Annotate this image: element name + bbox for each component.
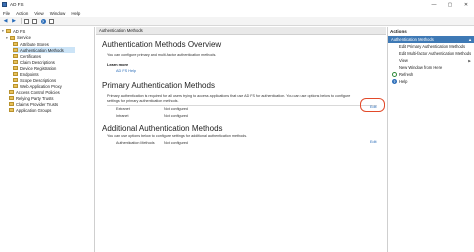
extranet-value: Not configured [164,106,188,111]
folder-icon [13,54,18,58]
tree-item-label: Attribute Stores [20,41,49,47]
window-title: AD FS [10,2,24,7]
intranet-label: Intranet [116,114,129,118]
actions-section-label: Authentication Methods [391,37,434,42]
actions-section-authentication-methods[interactable]: Authentication Methods ▲ [388,36,474,43]
tree-item-label: Web Application Proxy [20,83,62,89]
menu-file[interactable]: File [0,11,13,16]
authentication-methods-label: Authentication Methods [116,141,155,145]
console-tree-icon [32,18,37,24]
show-hide-tree-button[interactable] [31,18,38,25]
tree-item-label: Scope Descriptions [20,77,57,83]
action-label: New Window from Here [399,65,443,70]
tree-item-label: Service [17,35,31,40]
folder-icon [13,42,18,46]
tree-item-service[interactable]: ▾ Service [6,35,31,41]
tree-item-label: AD FS [13,28,26,34]
primary-methods-description-line2: settings for primary authentication meth… [107,99,179,103]
folder-icon [23,18,29,24]
action-new-window-from-here[interactable]: New Window from Here [388,64,474,71]
expand-icon: ▾ [6,35,8,40]
back-arrow-icon[interactable]: ◀ [2,18,9,25]
tree-item-label: Access Control Policies [16,89,60,95]
action-edit-multifactor-authentication-methods[interactable]: Edit Multi-factor Authentication Methods [388,50,474,57]
additional-methods-description: You can use options below to configure s… [107,134,248,138]
expand-icon: ▾ [2,29,4,33]
action-label: Refresh [399,72,414,77]
action-label: Edit Multi-factor Authentication Methods [399,51,472,56]
window-titlebar: AD FS — ▢ ✕ [0,0,474,9]
action-label: Help [399,79,408,84]
console-tree: ▾ AD FS ▾ Service Attribute Stores Authe… [0,27,95,252]
tree-item-application-groups[interactable]: Application Groups [9,107,51,113]
adfs-app-icon [2,2,7,7]
folder-icon [13,78,18,82]
folder-icon [13,72,18,76]
folder-icon [9,90,14,94]
intranet-value: Not configured [164,114,188,118]
tree-item-label: Claims Provider Trusts [16,101,59,107]
action-pane-button[interactable] [48,18,55,25]
highlight-circle [360,98,385,112]
folder-icon [13,60,18,64]
tree-item-label: Authentication Methods [20,47,64,53]
forward-arrow-icon[interactable]: ▶ [11,18,18,25]
learn-more-label: Learn more [107,62,129,67]
maximize-button[interactable]: ▢ [442,0,458,9]
tree-item-label: Application Groups [16,107,52,113]
action-edit-primary-authentication-methods[interactable]: Edit Primary Authentication Methods [388,43,474,50]
menu-bar: File Action View Window Help [0,9,474,17]
toolbar: ◀ ▶ ? [0,17,474,26]
tree-item-label: Claim Descriptions [20,59,55,65]
help-icon: ? [40,18,46,24]
action-label: View [399,58,408,63]
additional-methods-title: Additional Authentication Methods [102,124,223,133]
folder-icon [9,108,14,112]
divider [107,105,377,106]
authentication-methods-value: Not configured [164,141,188,145]
extranet-label: Extranet [116,106,130,111]
collapse-arrow-icon[interactable]: ▲ [468,37,472,42]
menu-view[interactable]: View [31,11,46,16]
folder-icon [13,84,18,88]
refresh-icon [392,72,397,77]
tree-item-label: Endpoints [20,71,39,77]
menu-help[interactable]: Help [68,11,83,16]
overview-title: Authentication Methods Overview [102,40,222,49]
overview-description: You can configure primary and multi-fact… [107,53,217,57]
tree-item-label: Device Registration [20,65,57,71]
tree-item-label: Relying Party Trusts [16,95,54,101]
folder-icon [13,66,18,70]
edit-additional-methods-link[interactable]: Edit [370,140,377,144]
help-icon: ? [392,79,397,84]
actions-header: Actions [390,28,407,34]
folder-icon [13,48,18,52]
folder-icon [9,102,14,106]
action-refresh[interactable]: Refresh [388,71,474,78]
action-view[interactable]: View ▶ [388,57,474,64]
actions-pane: Actions Authentication Methods ▲ Edit Pr… [387,27,474,252]
primary-methods-title: Primary Authentication Methods [102,81,215,90]
folder-icon [9,96,14,100]
up-folder-button[interactable] [23,18,30,25]
submenu-arrow-icon: ▶ [468,58,471,63]
folder-icon [10,35,15,40]
center-pane: Authentication Methods Authentication Me… [96,27,386,252]
window-controls: — ▢ ✕ [426,0,474,9]
folder-icon [6,29,11,33]
close-button[interactable]: ✕ [458,0,474,9]
adfs-help-link[interactable]: AD FS Help [116,69,136,73]
toolbar-separator [20,18,21,24]
action-help[interactable]: ? Help [388,78,474,85]
primary-methods-description-line1: Primary authentication is required for a… [107,94,351,98]
action-label: Edit Primary Authentication Methods [399,44,465,49]
tree-item-label: Certificates [20,53,41,59]
action-pane-icon [49,18,54,24]
tree-item-adfs[interactable]: ▾ AD FS [2,28,25,34]
center-pane-header: Authentication Methods [96,27,386,35]
minimize-button[interactable]: — [426,0,442,9]
help-button[interactable]: ? [40,18,47,25]
menu-window[interactable]: Window [47,11,69,16]
menu-action[interactable]: Action [13,11,31,16]
